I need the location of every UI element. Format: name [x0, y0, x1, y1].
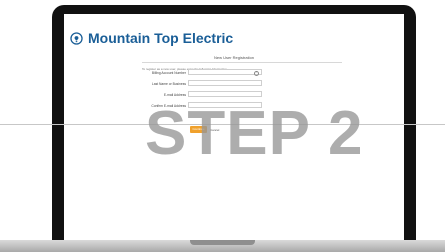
laptop-base-notch — [190, 240, 255, 245]
help-icon[interactable]: ? — [254, 71, 259, 76]
step-overlay-text: STEP 2 — [145, 99, 364, 168]
lightbulb-icon — [70, 31, 83, 45]
brand-name: Mountain Top Electric — [88, 30, 234, 46]
brand-logo: Mountain Top Electric — [70, 30, 233, 46]
last-name-label: Last Name or Business — [151, 82, 186, 86]
form-title: New User Registration — [214, 55, 255, 60]
email-input[interactable] — [188, 91, 262, 97]
billing-account-label: Billing Account Number — [151, 71, 186, 75]
email-label: E-mail Address — [163, 93, 186, 97]
last-name-input[interactable] — [188, 80, 262, 86]
form-divider — [142, 62, 342, 63]
billing-account-input[interactable]: ? — [188, 69, 262, 76]
